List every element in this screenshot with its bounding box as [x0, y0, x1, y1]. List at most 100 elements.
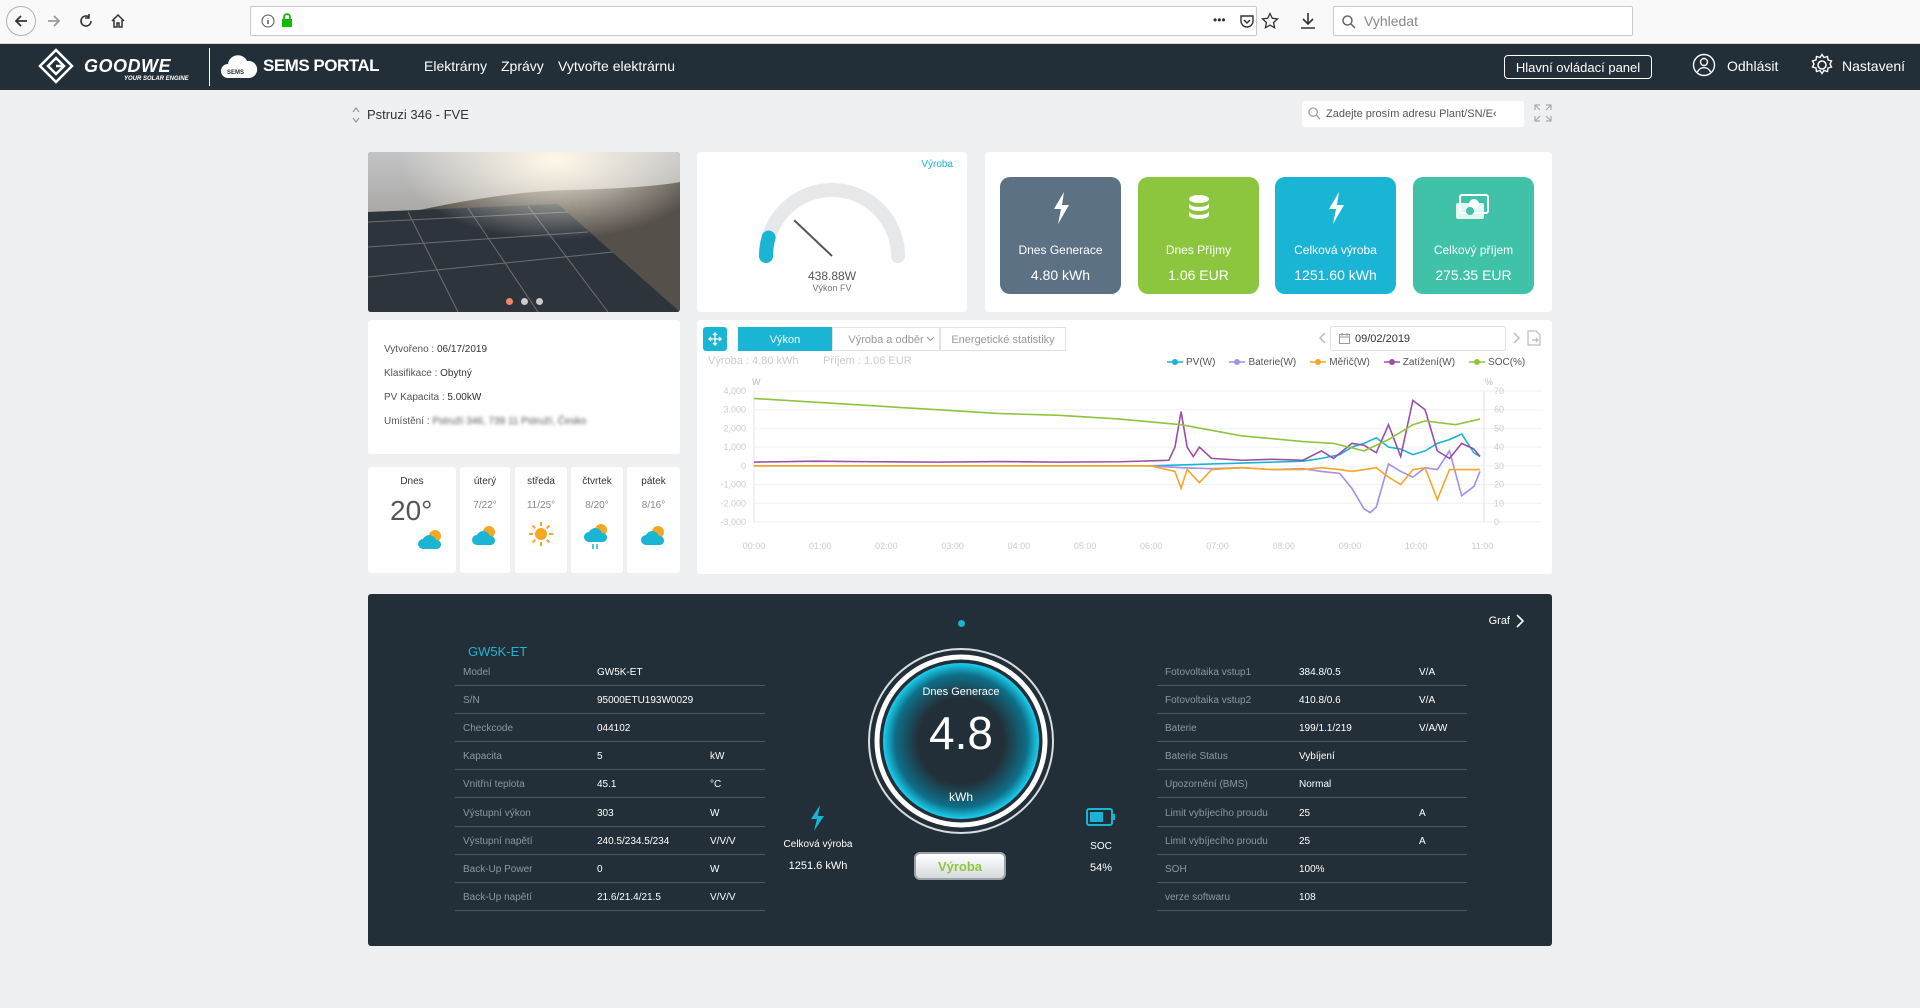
- tile-label: Celkový příjem: [1433, 243, 1514, 257]
- gear-icon[interactable]: [1810, 53, 1834, 77]
- y2-tick-label: 10: [1494, 498, 1504, 508]
- forward-button[interactable]: [40, 7, 68, 35]
- partly-cloudy-icon: [640, 526, 664, 545]
- inverter-panel: GW5K-ET Graf Model GW5K-ET S/N 95000ETU193W…: [368, 594, 1552, 946]
- tile-total-income[interactable]: Celkový příjem 275.35 EUR: [1413, 177, 1534, 294]
- partly-cloudy-icon: [418, 530, 442, 549]
- pocket-icon[interactable]: [1239, 13, 1255, 29]
- x-tick-label: 07:00: [1206, 541, 1229, 551]
- plant-info-card: Vytvořeno : 06/17/2019 Klasifikace : Oby…: [368, 320, 680, 454]
- x-tick-label: 09:00: [1339, 541, 1362, 551]
- y2-tick-label: 20: [1494, 480, 1504, 490]
- row-key: Back-Up napětí: [463, 891, 532, 903]
- download-icon[interactable]: [1300, 12, 1316, 30]
- nav-link-reports[interactable]: Zprávy: [501, 58, 544, 74]
- y2-tick-label: 50: [1494, 423, 1504, 433]
- plant-name[interactable]: Pstruzi 346 - FVE: [367, 107, 469, 122]
- row-key: Model: [463, 667, 491, 678]
- inverter-row: Back-Up Power 0 W: [455, 855, 765, 883]
- row-value: 199/1.1/219: [1299, 723, 1352, 735]
- url-bar[interactable]: •••: [250, 6, 1279, 36]
- user-icon[interactable]: [1692, 53, 1716, 77]
- coins-icon: [1188, 195, 1209, 219]
- browser-search-input[interactable]: Vyhledat: [1333, 6, 1633, 36]
- partly-cloudy-icon: [472, 526, 496, 545]
- reload-icon: [80, 14, 92, 27]
- inverter-row: Výstupní napětí 240.5/234.5/234 V/V/V: [455, 827, 765, 855]
- info-value: 5.00kW: [447, 392, 482, 403]
- panel-pager-dot[interactable]: [958, 620, 965, 627]
- tile-value: 1.06 EUR: [1168, 267, 1229, 283]
- row-key: Fotovoltaika vstup1: [1165, 667, 1252, 678]
- sems-cloud-icon: SEMS: [220, 52, 258, 82]
- y2-tick-label: 60: [1494, 405, 1504, 415]
- gauge-label: Výkon FV: [812, 283, 852, 293]
- settings-link[interactable]: Nastavení: [1842, 58, 1905, 74]
- tile-total-generation[interactable]: Celková výroba 1251.60 kWh: [1275, 177, 1396, 294]
- series-line-2: [754, 465, 1480, 502]
- plant-photo: [368, 152, 680, 312]
- row-value: 0: [597, 863, 603, 875]
- inverter-row: Výstupní výkon 303 W: [455, 799, 765, 827]
- chevron-right-icon: [1516, 614, 1524, 628]
- carousel-dot-2[interactable]: [521, 298, 528, 305]
- expand-arrows-icon[interactable]: [352, 106, 360, 124]
- inverter-title: GW5K-ET: [468, 644, 528, 659]
- row-key: Baterie Status: [1165, 751, 1228, 763]
- inverter-row: verze softwaru 108: [1157, 883, 1467, 911]
- back-button[interactable]: [6, 6, 36, 36]
- x-tick-label: 05:00: [1074, 541, 1097, 551]
- home-button[interactable]: [104, 7, 132, 35]
- weather-temp: 8/16°: [641, 500, 666, 511]
- main-dashboard-button[interactable]: Hlavní ovládací panel: [1504, 55, 1652, 79]
- row-unit: V/A/W: [1419, 723, 1448, 735]
- info-icon[interactable]: [261, 14, 275, 28]
- tile-today-income[interactable]: Dnes Příjmy 1.06 EUR: [1138, 177, 1259, 294]
- weather-temp: 8/20°: [585, 500, 609, 511]
- fullscreen-icon[interactable]: [1534, 104, 1552, 122]
- forward-arrow-icon: [48, 15, 61, 27]
- carousel-dot-3[interactable]: [536, 298, 543, 305]
- row-unit: A: [1419, 807, 1426, 819]
- info-key: Vytvořeno :: [384, 344, 437, 355]
- row-value: 25: [1299, 807, 1311, 819]
- info-key: Umístění :: [384, 416, 433, 427]
- row-value: Vybíjení: [1299, 751, 1335, 763]
- inverter-row: Baterie 199/1.1/219 V/A/W: [1157, 714, 1467, 743]
- carousel-dot-1[interactable]: [506, 298, 513, 305]
- nav-link-create-plant[interactable]: Vytvořte elektrárnu: [558, 58, 675, 74]
- gauge-tag[interactable]: Výroba: [921, 159, 953, 170]
- nav-link-plants[interactable]: Elektrárny: [424, 58, 487, 74]
- y-tick-label: -3,000: [720, 517, 746, 527]
- row-key: Kapacita: [463, 751, 502, 763]
- goodwe-logo-text: GOODWE: [84, 56, 171, 76]
- logout-link[interactable]: Odhlásit: [1727, 58, 1778, 74]
- money-icon: [1455, 194, 1489, 219]
- info-key: Klasifikace :: [384, 368, 441, 379]
- battery-icon: [1086, 808, 1115, 826]
- total-generation-value: 1251.6 kWh: [788, 860, 848, 872]
- reload-button[interactable]: [72, 7, 100, 35]
- y2-tick-label: 70: [1494, 386, 1504, 396]
- graph-link[interactable]: Graf: [1489, 614, 1524, 628]
- tile-label: Dnes Příjmy: [1165, 243, 1232, 257]
- browser-toolbar: ••• Vyhledat: [0, 0, 1920, 44]
- bookmark-star-icon[interactable]: [1261, 12, 1279, 30]
- page-actions-icon[interactable]: •••: [1213, 13, 1226, 27]
- row-value: 044102: [597, 723, 631, 735]
- plant-search-input[interactable]: Zadejte prosím adresu Plant/SN/E‹: [1302, 101, 1524, 127]
- sems-badge: SEMS: [227, 70, 245, 76]
- browser-search-placeholder: Vyhledat: [1364, 13, 1418, 29]
- row-key: Checkcode: [463, 723, 514, 735]
- tile-value: 4.80 kWh: [1030, 267, 1091, 283]
- tile-today-generation[interactable]: Dnes Generace 4.80 kWh: [1000, 177, 1121, 294]
- row-value: 45.1: [597, 779, 617, 791]
- inverter-row: Baterie Status Vybíjení: [1157, 742, 1467, 771]
- y-tick-label: -1,000: [720, 480, 746, 490]
- row-value: 240.5/234.5/234: [597, 835, 670, 847]
- goodwe-logo-icon[interactable]: [38, 48, 74, 84]
- search-icon: [1342, 15, 1356, 29]
- y-tick-label: 3,000: [723, 405, 746, 415]
- production-button[interactable]: Výroba: [914, 852, 1006, 880]
- y-tick-label: 1,000: [723, 442, 746, 452]
